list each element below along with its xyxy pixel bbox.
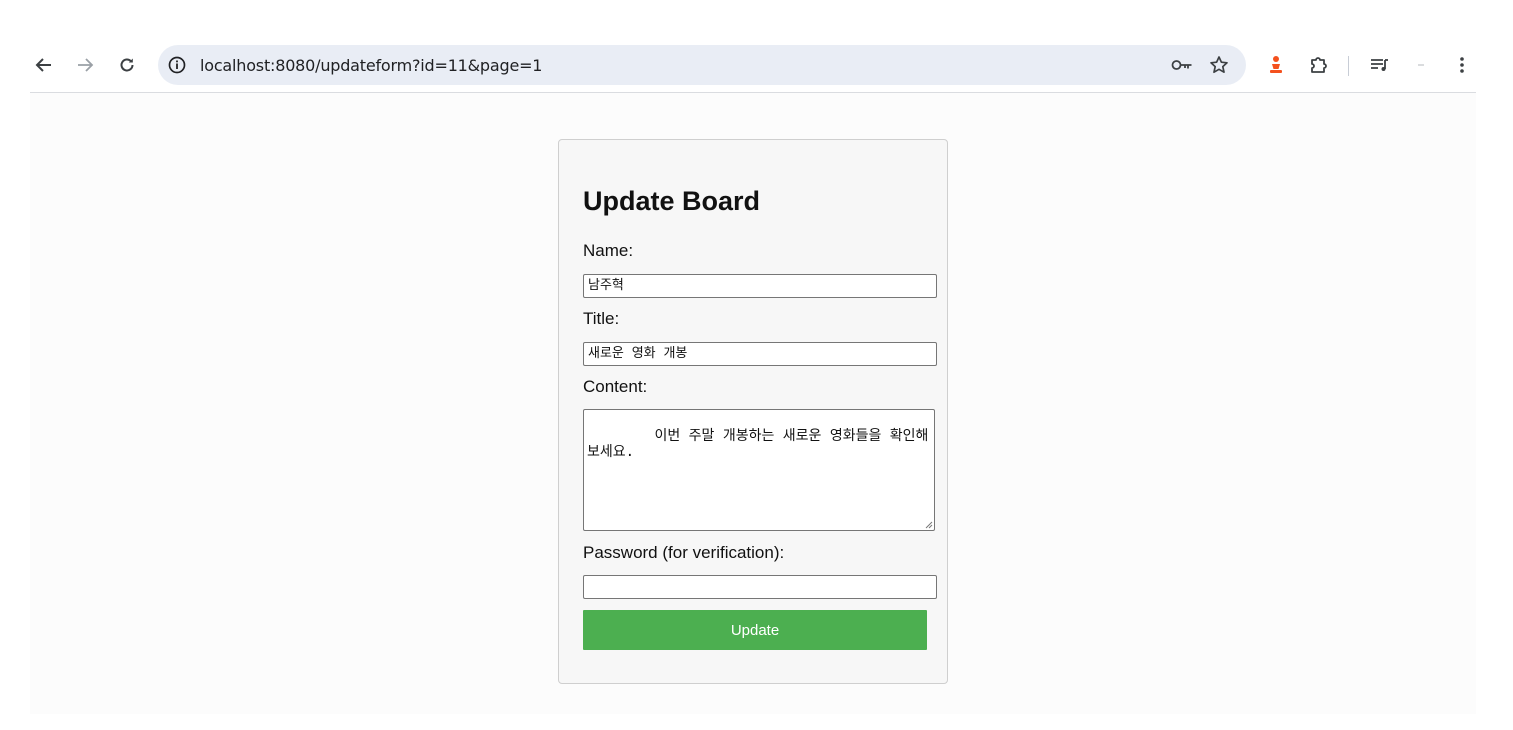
playlist-icon[interactable] bbox=[1366, 51, 1394, 79]
puzzle-icon[interactable] bbox=[1305, 51, 1333, 79]
arrow-left-icon[interactable] bbox=[30, 51, 58, 79]
form-title: Update Board bbox=[583, 186, 761, 216]
password-label: Password (for verification): bbox=[583, 543, 785, 562]
update-button[interactable]: Update bbox=[583, 610, 927, 650]
dash-icon[interactable] bbox=[1407, 51, 1435, 79]
toolbar-divider bbox=[1348, 56, 1349, 76]
browser-window: localhost:8080/updateform?id=11&page=1 U bbox=[30, 40, 1476, 714]
update-form-card: Update Board Name: 남주혁 Title: 새로운 영화 개봉 … bbox=[558, 139, 948, 684]
content-text: 이번 주말 개봉하는 새로운 영화들을 확인해 보세요. bbox=[587, 428, 929, 460]
name-input[interactable]: 남주혁 bbox=[583, 274, 937, 298]
arrow-right-icon[interactable] bbox=[71, 51, 99, 79]
password-input[interactable] bbox=[583, 575, 937, 599]
reload-icon[interactable] bbox=[113, 51, 141, 79]
resize-grip-icon[interactable] bbox=[923, 519, 933, 529]
name-label: Name: bbox=[583, 241, 634, 260]
kebab-menu-icon[interactable] bbox=[1448, 51, 1476, 79]
content-textarea[interactable]: 이번 주말 개봉하는 새로운 영화들을 확인해 보세요. bbox=[583, 409, 935, 531]
chess-piece-icon[interactable] bbox=[1262, 51, 1290, 79]
address-bar[interactable]: localhost:8080/updateform?id=11&page=1 bbox=[158, 45, 1246, 85]
key-icon[interactable] bbox=[1168, 51, 1196, 79]
title-label: Title: bbox=[583, 309, 620, 328]
browser-toolbar: localhost:8080/updateform?id=11&page=1 bbox=[30, 40, 1476, 93]
url-text[interactable]: localhost:8080/updateform?id=11&page=1 bbox=[200, 56, 542, 75]
title-input[interactable]: 새로운 영화 개봉 bbox=[583, 342, 937, 366]
star-icon[interactable] bbox=[1205, 51, 1233, 79]
page-content: Update Board Name: 남주혁 Title: 새로운 영화 개봉 … bbox=[30, 93, 1476, 714]
info-icon[interactable] bbox=[167, 55, 187, 75]
content-label: Content: bbox=[583, 377, 648, 396]
